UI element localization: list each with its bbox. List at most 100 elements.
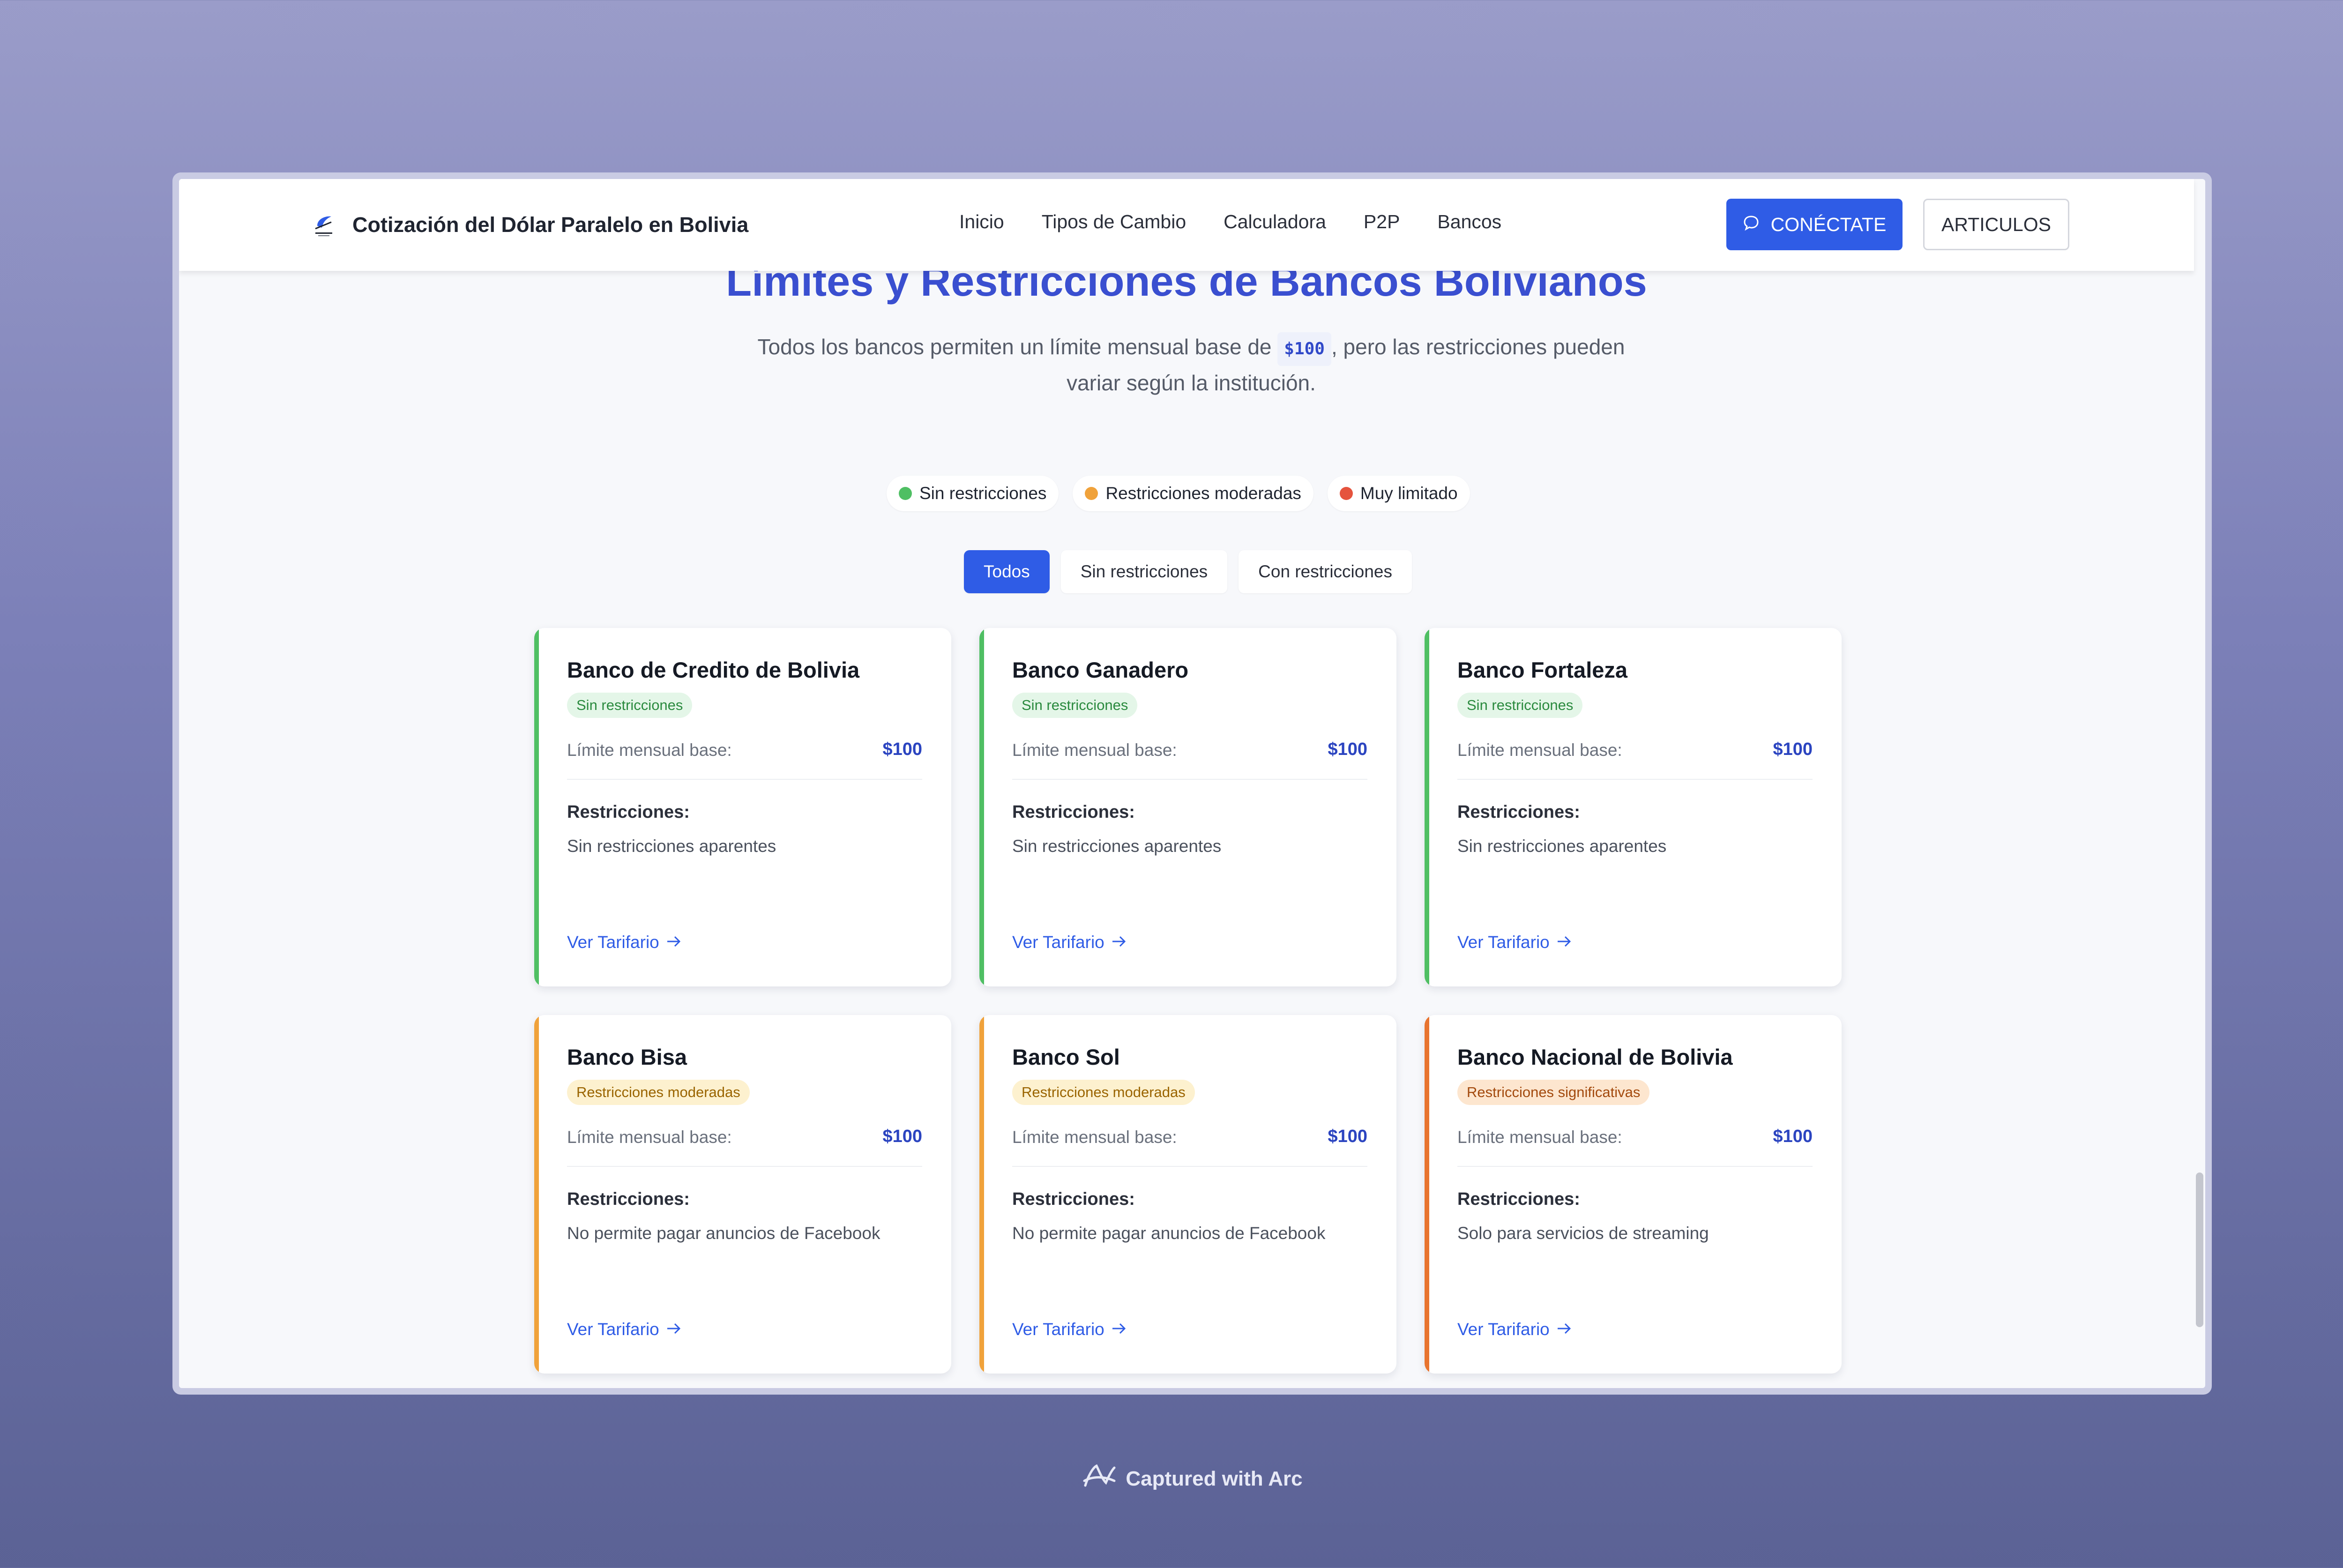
legend-item-restricciones-moderadas: Restricciones moderadas	[1073, 476, 1313, 511]
ver-tarifario-link[interactable]: Ver Tarifario	[1012, 933, 1127, 952]
link-label: Ver Tarifario	[1457, 933, 1550, 952]
brand[interactable]: Cotización del Dólar Paralelo en Bolivia	[311, 211, 748, 239]
restrictions-text: Sin restricciones aparentes	[1012, 836, 1222, 856]
site-header: Cotización del Dólar Paralelo en Bolivia…	[179, 179, 2194, 271]
card-accent	[1425, 1015, 1429, 1374]
limit-label: Límite mensual base:	[567, 1127, 732, 1147]
restrictions-title: Restricciones:	[567, 1189, 690, 1209]
arrow-right-icon	[1556, 933, 1572, 952]
nav-tipos-de-cambio[interactable]: Tipos de Cambio	[1042, 211, 1186, 233]
divider	[567, 779, 922, 780]
legend-item-sin-restricciones: Sin restricciones	[887, 476, 1059, 511]
page: Cotización del Dólar Paralelo en Bolivia…	[179, 179, 2205, 1388]
link-label: Ver Tarifario	[1012, 933, 1104, 952]
limit-value: $100	[882, 1127, 922, 1146]
bank-name: Banco Sol	[1012, 1045, 1120, 1069]
filter-todos[interactable]: Todos	[964, 550, 1050, 593]
subtitle-text-before: Todos los bancos permiten un límite mens…	[757, 335, 1278, 359]
capture-footer: Captured with Arc	[0, 1462, 2343, 1495]
nav-inicio[interactable]: Inicio	[959, 211, 1004, 233]
arrow-right-icon	[1556, 1320, 1572, 1339]
bank-card: Banco de Credito de Bolivia Sin restricc…	[534, 628, 951, 986]
chat-bubble-icon	[1743, 214, 1760, 236]
scrollbar-thumb[interactable]	[2196, 1172, 2203, 1327]
arrow-right-icon	[1111, 1320, 1127, 1339]
legend-label: Muy limitado	[1360, 484, 1458, 503]
articles-button[interactable]: ARTICULOS	[1923, 199, 2069, 250]
status-badge: Restricciones significativas	[1457, 1080, 1650, 1105]
filter-con-restricciones[interactable]: Con restricciones	[1239, 550, 1412, 593]
filter-tabs: Todos Sin restricciones Con restriccione…	[964, 550, 1412, 593]
card-accent	[1425, 628, 1429, 986]
limit-value: $100	[1328, 739, 1367, 759]
legend: Sin restricciones Restricciones moderada…	[887, 476, 1470, 511]
filter-sin-restricciones[interactable]: Sin restricciones	[1060, 550, 1228, 593]
bank-card: Banco Ganadero Sin restricciones Límite …	[979, 628, 1396, 986]
limit-label: Límite mensual base:	[1012, 740, 1177, 760]
restrictions-text: No permite pagar anuncios de Facebook	[1012, 1224, 1326, 1243]
bank-card: Banco Fortaleza Sin restricciones Límite…	[1425, 628, 1842, 986]
browser-window: Cotización del Dólar Paralelo en Bolivia…	[172, 172, 2212, 1395]
bank-name: Banco Fortaleza	[1457, 657, 1628, 682]
status-badge: Sin restricciones	[1457, 693, 1583, 718]
nav-bancos[interactable]: Bancos	[1437, 211, 1501, 233]
ver-tarifario-link[interactable]: Ver Tarifario	[567, 933, 682, 952]
arrow-right-icon	[1111, 933, 1127, 952]
card-accent	[979, 1015, 984, 1374]
restrictions-text: Sin restricciones aparentes	[1457, 836, 1667, 856]
link-label: Ver Tarifario	[567, 1320, 659, 1339]
bank-name: Banco de Credito de Bolivia	[567, 657, 860, 682]
articles-label: ARTICULOS	[1941, 213, 2051, 235]
limit-label: Límite mensual base:	[567, 740, 732, 760]
ver-tarifario-link[interactable]: Ver Tarifario	[567, 1320, 682, 1339]
divider	[567, 1166, 922, 1167]
bank-name: Banco Nacional de Bolivia	[1457, 1045, 1733, 1069]
site-logo-icon	[311, 211, 336, 239]
nav-p2p[interactable]: P2P	[1364, 211, 1400, 233]
scrollbar[interactable]	[2194, 273, 2205, 1388]
arrow-right-icon	[666, 1320, 682, 1339]
status-badge: Sin restricciones	[1012, 693, 1138, 718]
status-badge: Restricciones moderadas	[1012, 1080, 1195, 1105]
restrictions-text: Sin restricciones aparentes	[567, 836, 776, 856]
bank-name: Banco Bisa	[567, 1045, 687, 1069]
restrictions-text: No permite pagar anuncios de Facebook	[567, 1224, 880, 1243]
nav-calculadora[interactable]: Calculadora	[1224, 211, 1326, 233]
legend-label: Sin restricciones	[919, 484, 1047, 503]
card-accent	[534, 628, 539, 986]
restrictions-title: Restricciones:	[1457, 802, 1580, 822]
brand-name: Cotización del Dólar Paralelo en Bolivia	[352, 213, 749, 237]
divider	[1457, 1166, 1813, 1167]
bank-name: Banco Ganadero	[1012, 657, 1189, 682]
connect-label: CONÉCTATE	[1770, 213, 1887, 235]
limit-label: Límite mensual base:	[1012, 1127, 1177, 1147]
page-subtitle: Todos los bancos permiten un límite mens…	[732, 330, 1650, 400]
restrictions-title: Restricciones:	[567, 802, 690, 822]
connect-button[interactable]: CONÉCTATE	[1726, 199, 1903, 250]
restrictions-title: Restricciones:	[1012, 802, 1135, 822]
limit-value: $100	[1773, 739, 1813, 759]
limit-label: Límite mensual base:	[1457, 1127, 1622, 1147]
ver-tarifario-link[interactable]: Ver Tarifario	[1012, 1320, 1127, 1339]
status-badge: Restricciones moderadas	[567, 1080, 750, 1105]
limit-value: $100	[882, 739, 922, 759]
footer-label: Captured with Arc	[1126, 1467, 1303, 1490]
card-accent	[534, 1015, 539, 1374]
limit-value: $100	[1773, 1127, 1813, 1146]
ver-tarifario-link[interactable]: Ver Tarifario	[1457, 933, 1572, 952]
limit-label: Límite mensual base:	[1457, 740, 1622, 760]
restrictions-title: Restricciones:	[1457, 1189, 1580, 1209]
green-dot-icon	[899, 487, 912, 500]
status-badge: Sin restricciones	[567, 693, 693, 718]
bank-card: Banco Nacional de Bolivia Restricciones …	[1425, 1015, 1842, 1374]
legend-label: Restricciones moderadas	[1105, 484, 1301, 503]
ver-tarifario-link[interactable]: Ver Tarifario	[1457, 1320, 1572, 1339]
divider	[1012, 779, 1367, 780]
arc-logo-icon	[1082, 1462, 1117, 1495]
red-dot-icon	[1339, 487, 1353, 500]
legend-item-muy-limitado: Muy limitado	[1327, 476, 1470, 511]
divider	[1012, 1166, 1367, 1167]
link-label: Ver Tarifario	[1012, 1320, 1104, 1339]
link-label: Ver Tarifario	[1457, 1320, 1550, 1339]
limit-value: $100	[1328, 1127, 1367, 1146]
